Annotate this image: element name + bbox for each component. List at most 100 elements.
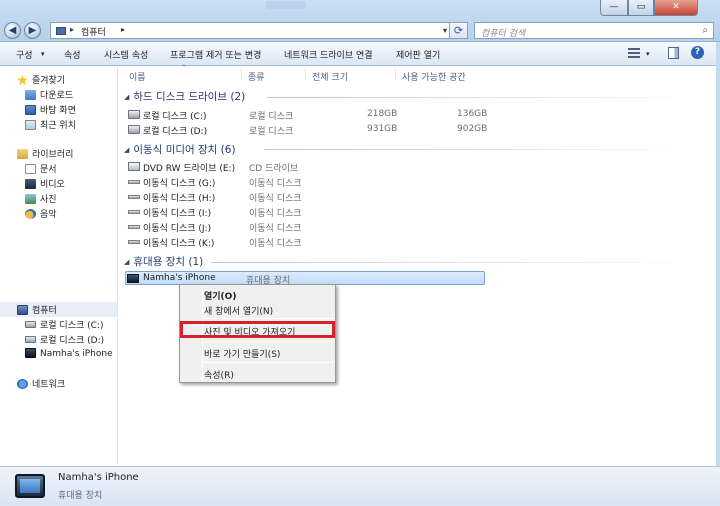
table-row[interactable]: 로컬 디스크 (D:) 로컬 디스크 931GB 902GB [127,123,687,137]
nav-libraries[interactable]: 라이브러리 [17,147,73,160]
group-title: 하드 디스크 드라이브 (2) [133,91,246,103]
column-divider[interactable] [305,69,306,81]
table-row[interactable]: 이동식 디스크 (G:) 이동식 디스크 [127,175,687,189]
library-icon [17,149,28,159]
nav-label: 다운로드 [40,91,74,101]
details-pane: Namha's iPhone 휴대용 장치 [0,466,720,506]
nav-drive-c[interactable]: 로컬 디스크 (C:) [25,318,103,331]
nav-drive-d[interactable]: 로컬 디스크 (D:) [25,333,104,346]
search-input[interactable]: 컴퓨터 검색 ⌕ [474,22,714,39]
close-button[interactable]: ✕ [654,0,698,16]
collapse-caret-icon[interactable]: ◢ [124,146,129,154]
uninstall-program-button[interactable]: 프로그램 제거 또는 변경 [170,48,261,61]
forward-button[interactable]: ▶ [24,22,41,39]
nav-computer[interactable]: 컴퓨터 [17,303,57,316]
address-bar[interactable]: ▸ 컴퓨터 ▸ [50,22,450,39]
nav-label: 비디오 [40,180,65,190]
details-item-type: 휴대용 장치 [58,491,103,501]
table-row[interactable]: 이동식 디스크 (J:) 이동식 디스크 [127,220,687,234]
nav-label: Namha's iPhone [40,349,113,359]
nav-network[interactable]: 네트워크 [17,377,65,390]
nav-favorites[interactable]: 즐겨찾기 [17,73,65,86]
column-header-free-space[interactable]: 사용 가능한 공간 [402,70,466,83]
menu-item-open[interactable]: 열기(O) [204,289,236,302]
column-header-name[interactable]: 이름 [129,70,146,83]
row-name: 이동식 디스크 (K:) [143,239,215,249]
dvd-drive-icon [128,162,140,171]
nav-label: 최근 위치 [40,121,76,131]
collapse-caret-icon[interactable]: ◢ [124,258,129,266]
minimize-button[interactable]: — [600,0,628,16]
back-button[interactable]: ◀ [4,22,21,39]
group-header-removable[interactable]: ◢ 이동식 미디어 장치 (6) [124,142,236,157]
view-options-icon[interactable] [628,48,640,58]
nav-recent[interactable]: 최근 위치 [25,118,76,131]
column-divider[interactable] [241,69,242,81]
nav-label: 라이브러리 [32,150,74,160]
collapse-caret-icon[interactable]: ◢ [124,93,129,101]
nav-label: 문서 [40,165,57,175]
nav-downloads[interactable]: 다운로드 [25,88,73,101]
nav-label: 사진 [40,195,57,205]
row-name: DVD RW 드라이브 (E:) [143,164,236,174]
table-row[interactable]: DVD RW 드라이브 (E:) CD 드라이브 [127,160,687,174]
row-type: 로컬 디스크 [249,112,294,122]
search-placeholder: 컴퓨터 검색 [481,29,526,39]
properties-button[interactable]: 속성 [64,48,81,61]
preview-pane-icon[interactable] [668,47,679,59]
phone-icon [127,274,139,283]
file-list[interactable]: 이름 ^ 종류 전체 크기 사용 가능한 공간 ◢ 하드 디스크 드라이브 (2)… [119,64,720,465]
nav-label: 바탕 화면 [40,106,76,116]
table-row-selected[interactable]: Namha's iPhone 휴대용 장치 [125,271,485,286]
column-header-type[interactable]: 종류 [248,70,265,83]
address-dropdown-icon[interactable]: ▾ [440,22,450,39]
refresh-button[interactable]: ⟳ [450,22,468,39]
organize-button[interactable]: 구성 [16,48,33,61]
sort-caret-icon: ^ [181,64,187,72]
menu-item-create-shortcut[interactable]: 바로 가기 만들기(S) [204,347,280,360]
nav-music[interactable]: 음악 [25,207,57,220]
removable-disk-icon [128,240,140,244]
window-border [716,42,720,466]
open-control-panel-button[interactable]: 제어판 열기 [396,48,440,61]
nav-label: 즐겨찾기 [32,76,66,86]
table-row[interactable]: 이동식 디스크 (H:) 이동식 디스크 [127,190,687,204]
group-header-hdd[interactable]: ◢ 하드 디스크 드라이브 (2) [124,89,245,104]
row-total-size: 931GB [367,124,398,134]
column-divider[interactable] [395,69,396,81]
maximize-button[interactable]: ▭ [628,0,654,16]
menu-item-open-new-window[interactable]: 새 창에서 열기(N) [204,304,273,317]
map-network-drive-button[interactable]: 네트워크 드라이브 연결 [284,48,373,61]
nav-desktop[interactable]: 바탕 화면 [25,103,76,116]
row-name: 이동식 디스크 (I:) [143,209,212,219]
breadcrumb-separator[interactable]: ▸ [121,25,125,34]
chevron-down-icon[interactable]: ▾ [646,50,650,58]
system-properties-button[interactable]: 시스템 속성 [104,48,148,61]
nav-documents[interactable]: 문서 [25,162,57,175]
menu-item-properties[interactable]: 속성(R) [204,368,234,381]
help-icon[interactable]: ? [691,46,704,59]
nav-pictures[interactable]: 사진 [25,192,57,205]
video-icon [25,179,36,189]
row-type: 이동식 디스크 [249,239,302,249]
column-header-total-size[interactable]: 전체 크기 [312,70,348,83]
nav-iphone[interactable]: Namha's iPhone [25,348,113,361]
row-name: 이동식 디스크 (J:) [143,224,212,234]
table-row[interactable]: 이동식 디스크 (I:) 이동식 디스크 [127,205,687,219]
nav-label: 로컬 디스크 (C:) [40,321,104,331]
breadcrumb-separator[interactable]: ▸ [70,25,74,34]
table-row[interactable]: 이동식 디스크 (K:) 이동식 디스크 [127,235,687,249]
row-free-space: 136GB [457,109,488,119]
menu-separator [204,318,333,319]
star-icon [17,75,28,85]
removable-disk-icon [128,195,140,199]
table-row[interactable]: 로컬 디스크 (C:) 로컬 디스크 218GB 136GB [127,108,687,122]
search-icon[interactable]: ⌕ [702,25,708,36]
hard-drive-icon [128,125,140,134]
nav-videos[interactable]: 비디오 [25,177,65,190]
chevron-down-icon[interactable]: ▾ [41,50,45,58]
breadcrumb-computer[interactable]: 컴퓨터 [81,25,106,38]
highlight-annotation-box [180,321,335,338]
row-type: 이동식 디스크 [249,209,302,219]
group-header-portable[interactable]: ◢ 휴대용 장치 (1) [124,254,203,269]
